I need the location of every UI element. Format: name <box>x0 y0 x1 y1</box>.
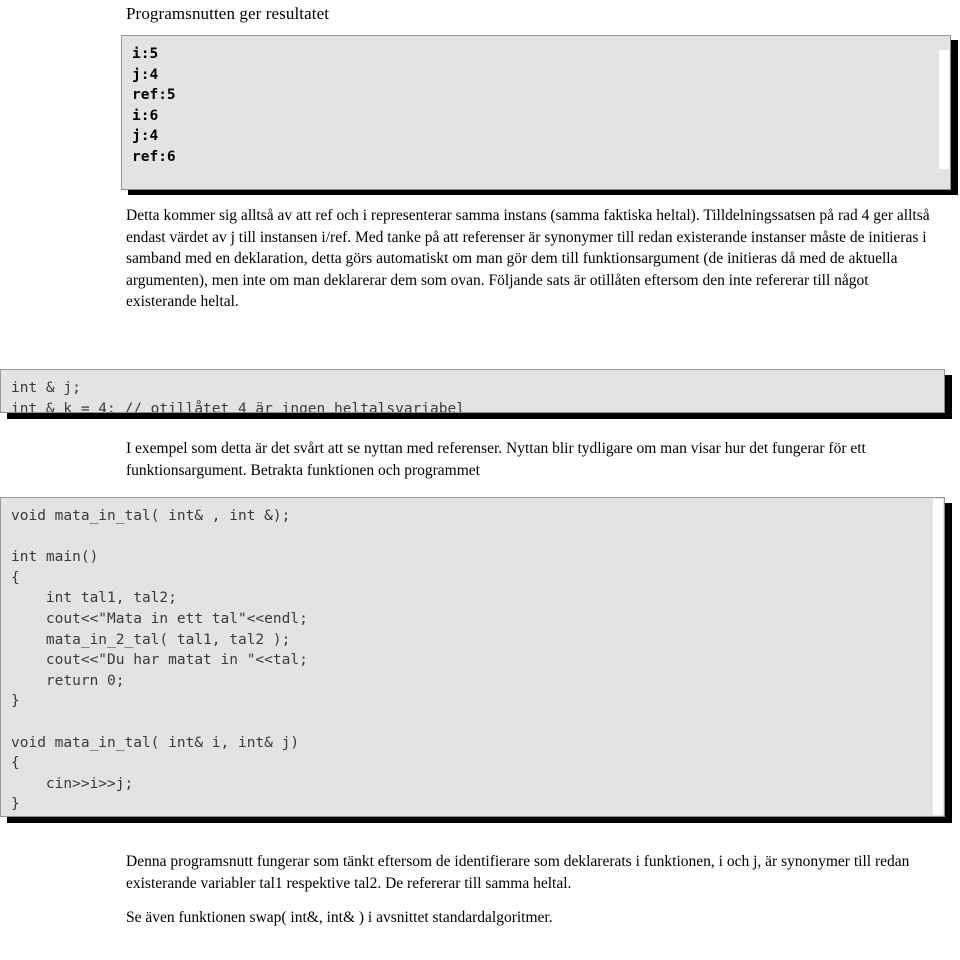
program-code-block: void mata_in_tal( int& , int &); int mai… <box>0 497 945 817</box>
paragraph-text: I exempel som detta är det svårt att se … <box>126 440 866 479</box>
output-block-scrollbar-gutter[interactable] <box>939 50 949 169</box>
program-output-block: i:5 j:4 ref:5 i:6 j:4 ref:6 <box>121 35 951 190</box>
program-code-scrollbar-gutter[interactable] <box>933 499 943 815</box>
program-output-text: i:5 j:4 ref:5 i:6 j:4 ref:6 <box>132 46 176 165</box>
illegal-reference-code-block: int & j; int & k = 4; // otillåtet 4 är … <box>0 369 945 413</box>
illegal-reference-code-text: int & j; int & k = 4; // otillåtet 4 är … <box>11 380 465 413</box>
paragraph-explanation-references: Detta kommer sig alltså av att ref och i… <box>126 205 938 313</box>
paragraph-text: Detta kommer sig alltså av att ref och i… <box>126 207 930 311</box>
program-code-text: void mata_in_tal( int& , int &); int mai… <box>11 508 308 813</box>
paragraph-text: Denna programsnutt fungerar som tänkt ef… <box>126 853 910 892</box>
paragraph-see-also: Se även funktionen swap( int&, int& ) i … <box>126 909 553 927</box>
document-page: Programsnutten ger resultatet i:5 j:4 re… <box>0 0 960 960</box>
page-title: Programsnutten ger resultatet <box>126 4 330 23</box>
paragraph-function-argument-intro: I exempel som detta är det svårt att se … <box>126 438 938 481</box>
paragraph-conclusion: Denna programsnutt fungerar som tänkt ef… <box>126 851 938 929</box>
